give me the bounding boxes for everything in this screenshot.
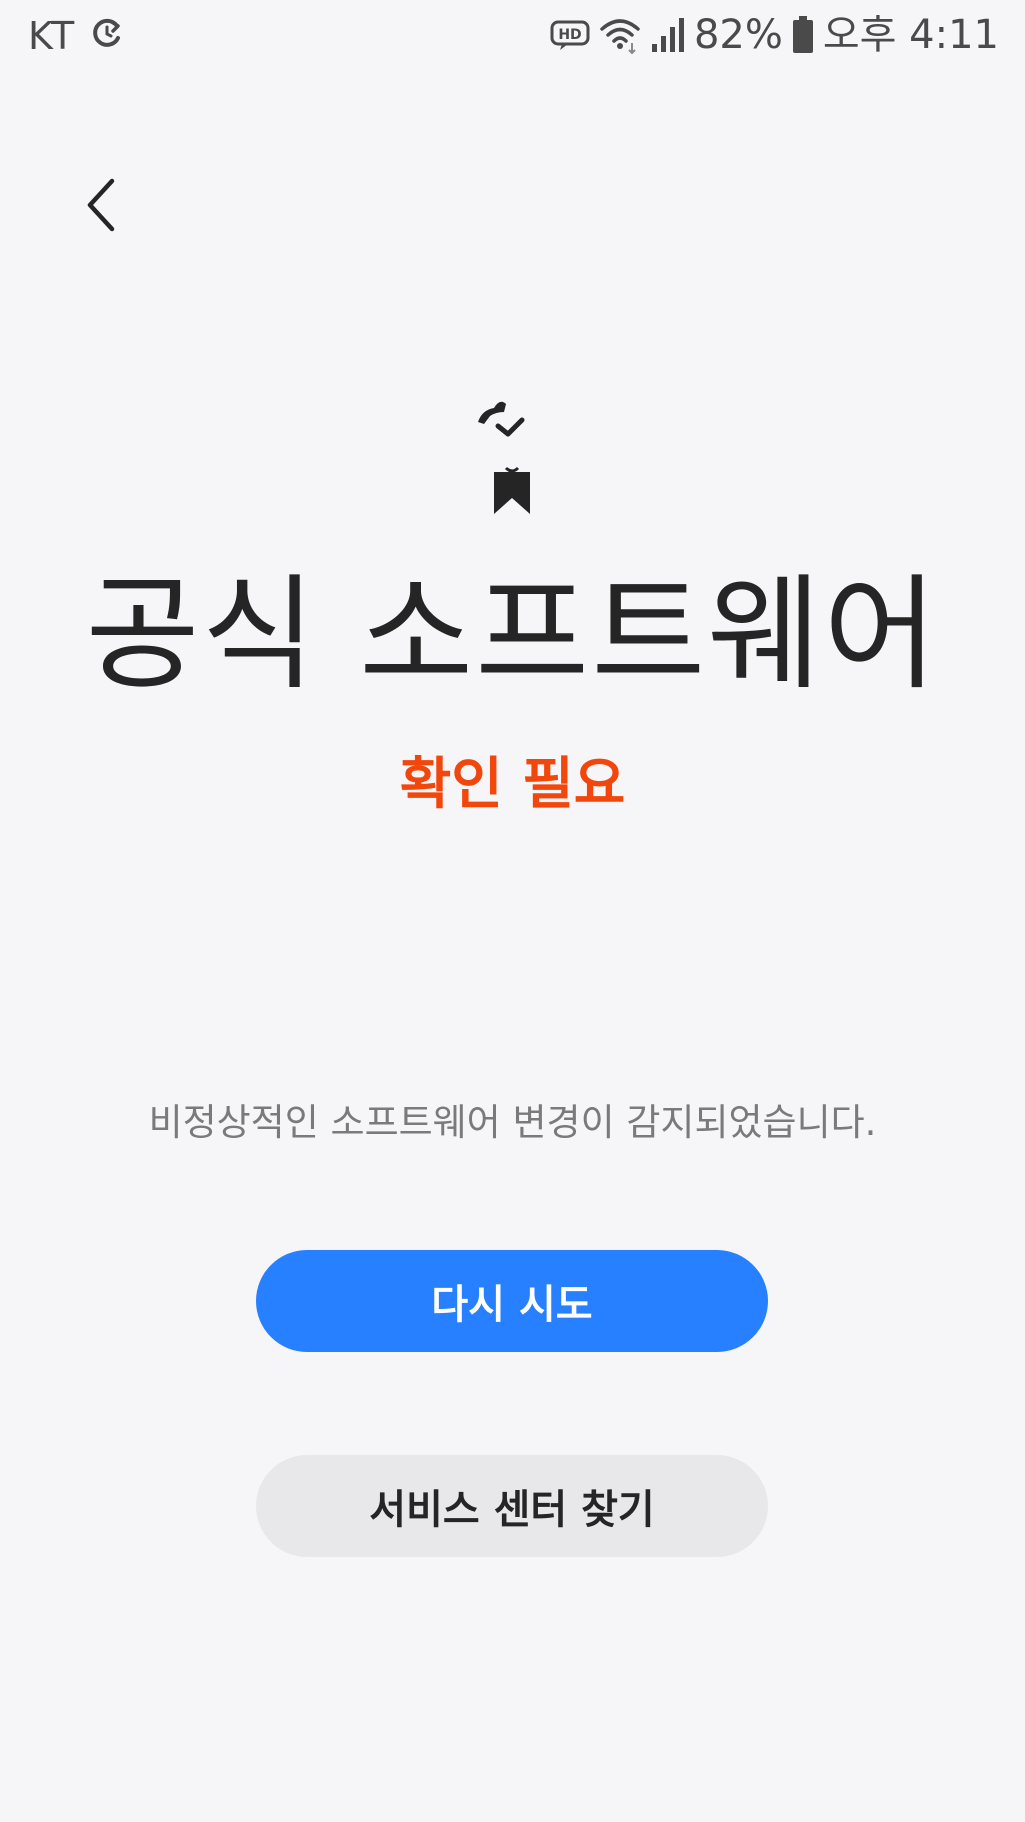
status-bar: KT HD 82% 오후 4:11: [0, 0, 1025, 72]
description-text: 비정상적인 소프트웨어 변경이 감지되었습니다.: [148, 1101, 877, 1144]
verification-status: 확인 필요: [399, 752, 626, 817]
back-button[interactable]: [72, 170, 132, 240]
wifi-icon: [600, 19, 640, 55]
status-icons: HD 82% 오후 4:11: [550, 10, 999, 60]
retry-button[interactable]: 다시 시도: [256, 1250, 768, 1352]
hd-icon: HD: [550, 20, 590, 50]
signal-icon: [651, 18, 684, 52]
sync-icon: [93, 18, 120, 47]
battery-percent: 82%: [693, 12, 783, 58]
svg-text:HD: HD: [558, 27, 581, 43]
shield-check-icon: [478, 401, 530, 514]
carrier-label: KT: [28, 14, 76, 58]
battery-icon: [792, 16, 813, 53]
find-service-center-button[interactable]: 서비스 센터 찾기: [256, 1455, 768, 1557]
chevron-left-icon: [87, 178, 115, 232]
clock: 오후 4:11: [822, 12, 999, 58]
page-title: 공식 소프트웨어: [85, 563, 940, 707]
